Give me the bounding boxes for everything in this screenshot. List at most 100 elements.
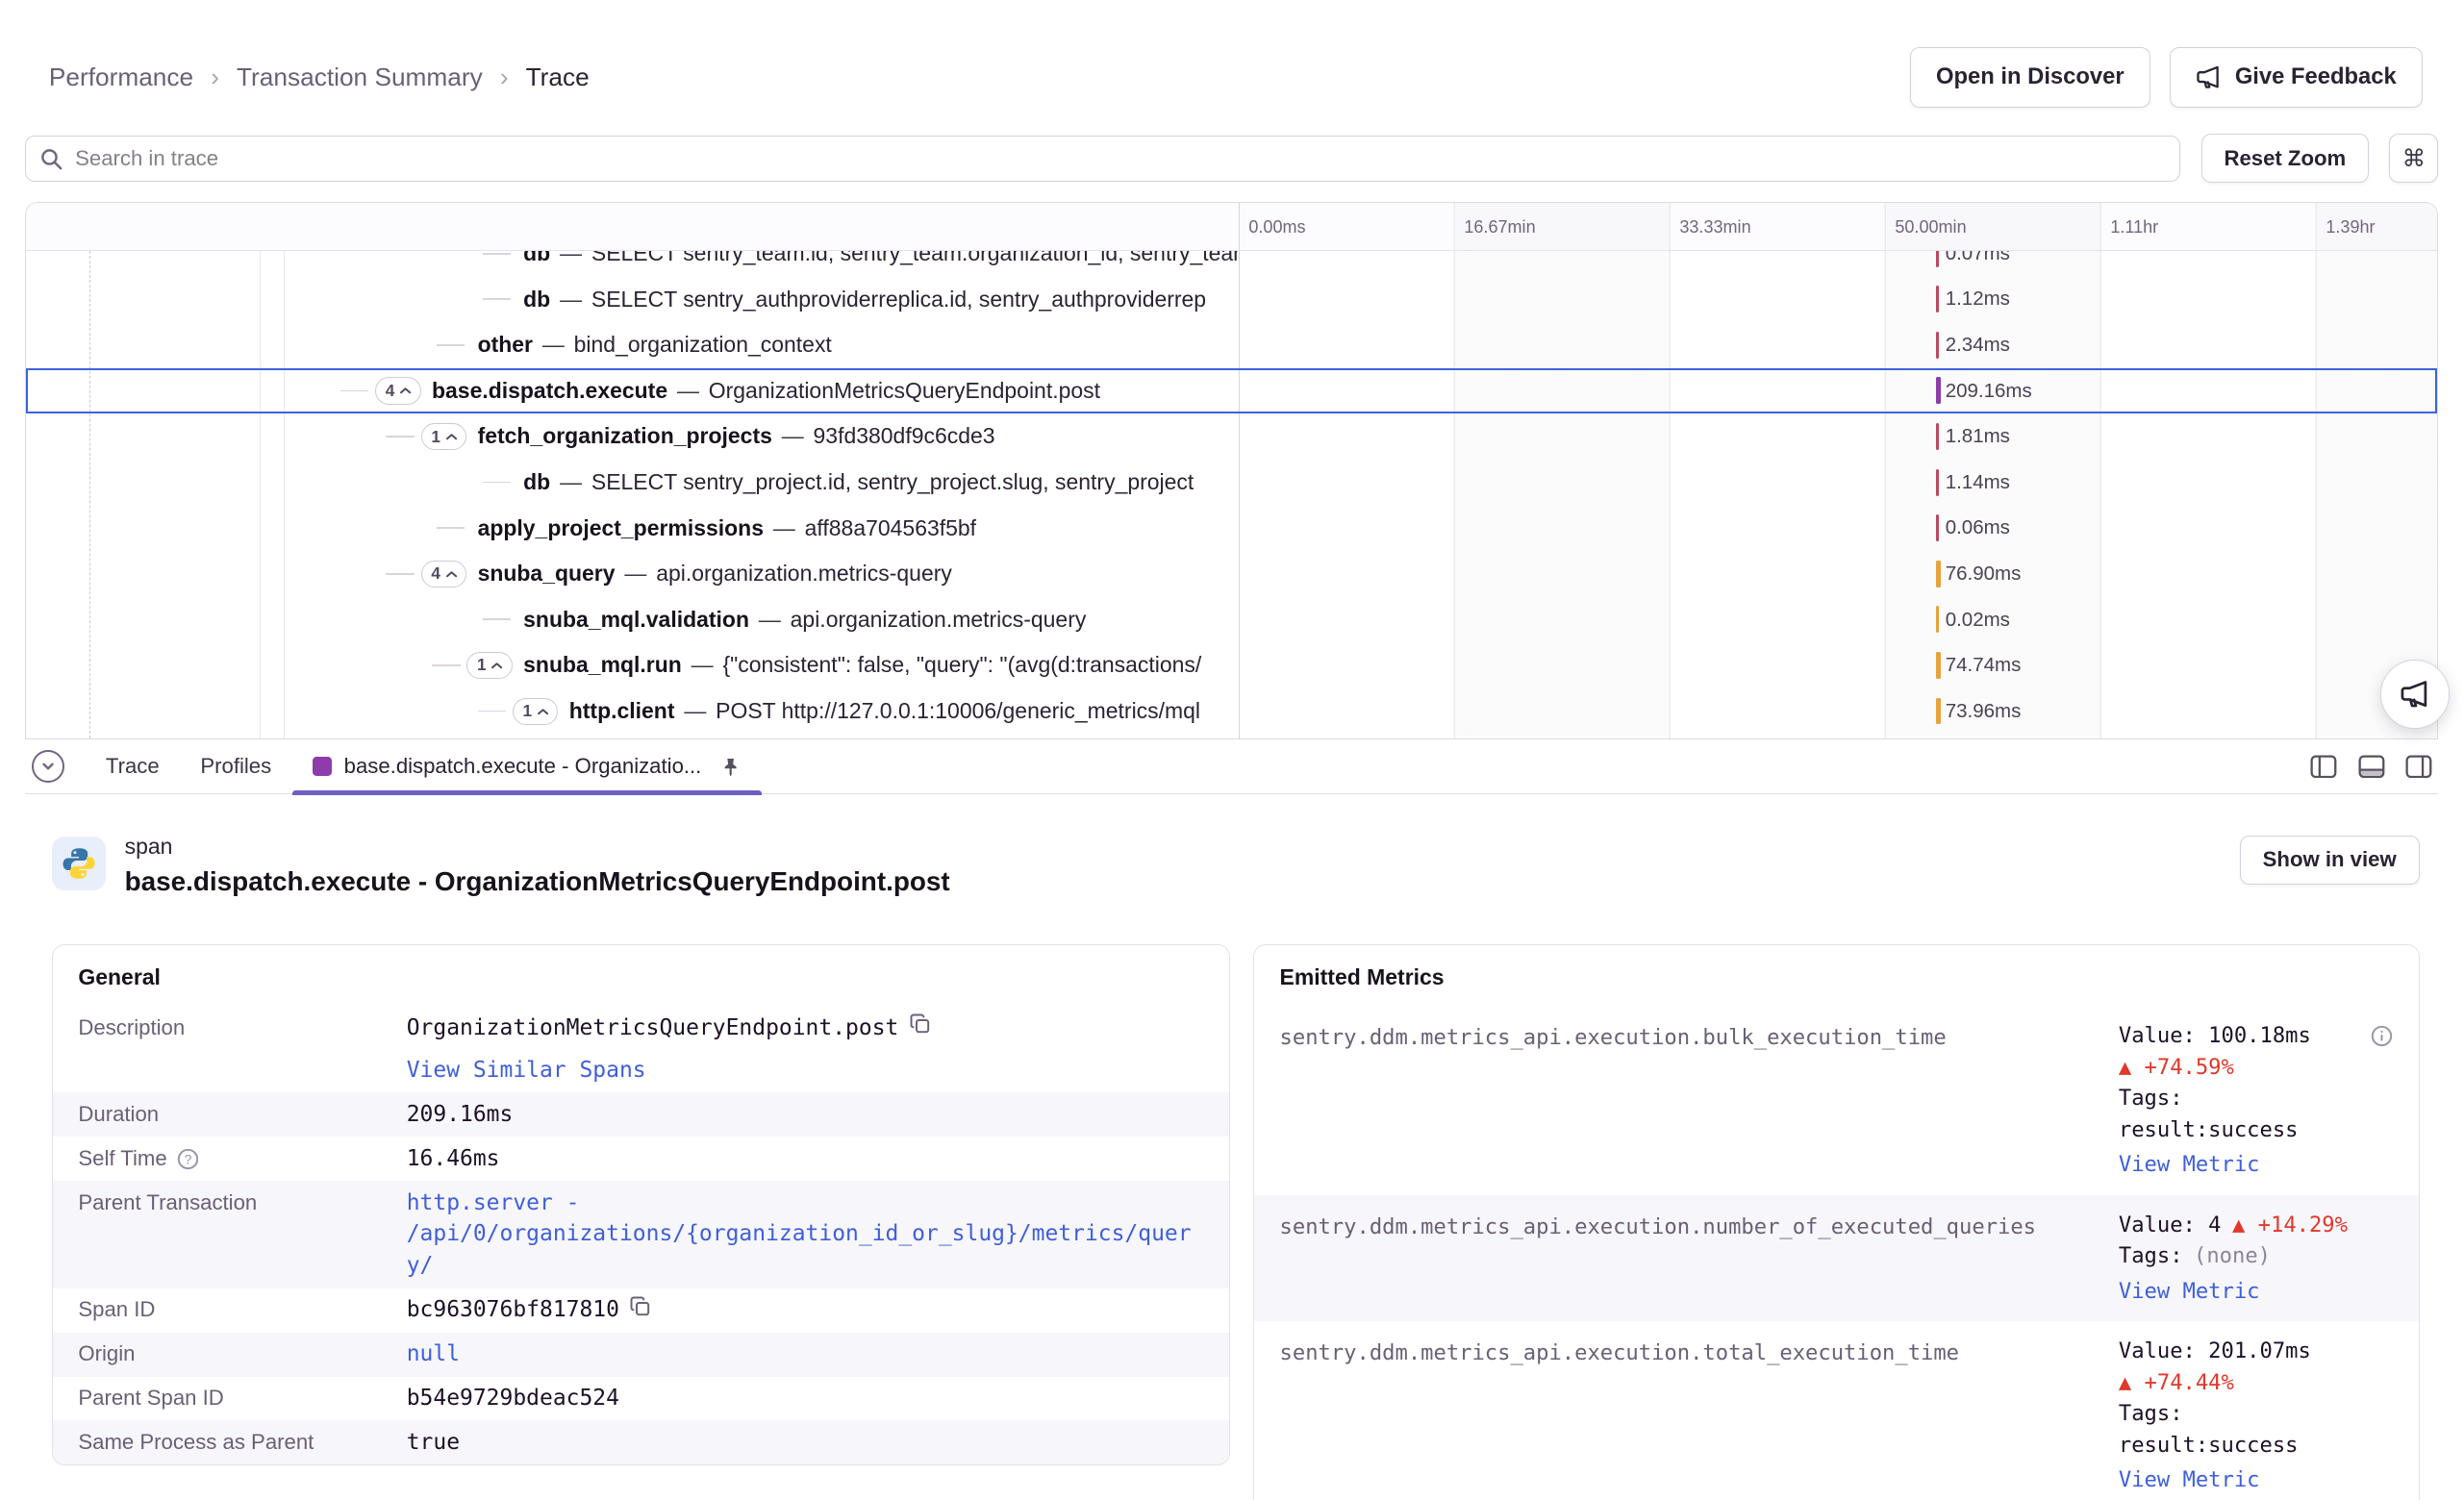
tree-connector <box>478 711 507 712</box>
tree-connector <box>386 436 415 438</box>
span-duration: 1.14ms <box>1946 460 2010 506</box>
field-value-text: 16.46ms <box>407 1143 500 1175</box>
general-row: DescriptionOrganizationMetricsQueryEndpo… <box>53 1006 1229 1092</box>
trace-row[interactable]: other—bind_organization_context 2.34ms <box>26 322 2437 368</box>
metric-row: sentry.ddm.metrics_api.execution.number_… <box>1254 1195 2418 1321</box>
tree-connector <box>432 664 461 666</box>
span-children-count: 4 <box>431 565 440 582</box>
span-op: other <box>478 332 533 358</box>
view-metric-link[interactable]: View Metric <box>2119 1149 2260 1181</box>
general-row: Parent Span IDb54e9729bdeac524 <box>53 1377 1229 1421</box>
span-duration: 2.34ms <box>1946 322 2010 368</box>
trace-row[interactable]: 4snuba_query—api.organization.metrics-qu… <box>26 551 2437 597</box>
search-input[interactable] <box>25 136 2180 182</box>
span-children-count-badge[interactable]: 4 <box>421 561 467 588</box>
header-actions: Open in Discover Give Feedback <box>1910 47 2423 107</box>
metric-values: Value: 201.07ms▲ +74.44%Tags:result:succ… <box>2119 1336 2394 1496</box>
op-desc-separator: — <box>773 515 795 541</box>
field-label-text: Self Time <box>78 1143 166 1175</box>
show-in-view-button[interactable]: Show in view <box>2240 836 2420 885</box>
emitted-metrics-section-title: Emitted Metrics <box>1280 964 2394 990</box>
trace-row[interactable]: apply_project_permissions—aff88a704563f5… <box>26 505 2437 551</box>
trace-row[interactable]: snuba_mql.validation—api.organization.me… <box>26 597 2437 643</box>
trace-row[interactable]: 1fetch_organization_projects—93fd380df9c… <box>26 413 2437 460</box>
span-duration: 1.12ms <box>1946 276 2010 322</box>
metric-change: ▲ +74.59% <box>2119 1052 2394 1084</box>
span-description: SELECT sentry_project.id, sentry_project… <box>591 469 1194 495</box>
layout-drawer-bottom-button[interactable] <box>2354 752 2387 782</box>
span-duration-bar <box>1936 606 1939 633</box>
megaphone-icon <box>2196 64 2221 89</box>
tab-span-details[interactable]: base.dispatch.execute - Organizatio... <box>292 739 762 793</box>
feedback-floating-button[interactable] <box>2380 660 2450 729</box>
trace-row-left: snuba_mql.validation—api.organization.me… <box>26 597 1238 643</box>
trace-row[interactable]: 1snuba_mql.run—{"consistent": false, "qu… <box>26 642 2437 688</box>
shortcut-button[interactable]: ⌘ <box>2389 134 2438 183</box>
span-op: db <box>523 287 550 312</box>
tab-options-button[interactable] <box>32 750 64 783</box>
field-value-text[interactable]: null <box>407 1338 460 1370</box>
general-row: Span IDbc963076bf817810 <box>53 1288 1229 1333</box>
open-in-discover-button[interactable]: Open in Discover <box>1910 47 2150 107</box>
field-label-text: Origin <box>78 1338 135 1370</box>
metric-value-line: Value: 100.18ms <box>2119 1020 2394 1052</box>
app-root: Performance › Transaction Summary › Trac… <box>0 0 2464 1500</box>
field-value-text: OrganizationMetricsQueryEndpoint.post <box>407 1012 899 1044</box>
field-label-text: Same Process as Parent <box>78 1427 314 1459</box>
span-description: OrganizationMetricsQueryEndpoint.post <box>709 378 1100 404</box>
field-value: b54e9729bdeac524 <box>407 1383 1204 1414</box>
pin-icon[interactable] <box>720 757 741 777</box>
span-duration-bar <box>1936 251 1939 266</box>
copy-button[interactable] <box>910 1012 930 1035</box>
copy-icon <box>630 1296 650 1316</box>
span-children-count-badge[interactable]: 1 <box>513 698 559 725</box>
tree-connector <box>340 390 369 392</box>
layout-sidebar-right-button[interactable] <box>2402 752 2435 782</box>
op-desc-separator: — <box>624 561 646 587</box>
tree-connector <box>437 344 465 346</box>
breadcrumb: Performance › Transaction Summary › Trac… <box>49 62 590 92</box>
tab-trace[interactable]: Trace <box>86 739 180 793</box>
span-children-count-badge[interactable]: 1 <box>421 423 467 450</box>
breadcrumb-item-performance[interactable]: Performance <box>49 62 193 92</box>
help-icon[interactable]: ? <box>177 1148 199 1170</box>
span-description: aff88a704563f5bf <box>805 515 976 541</box>
view-metric-link[interactable]: View Metric <box>2119 1464 2260 1496</box>
span-description: api.organization.metrics-query <box>656 561 952 587</box>
trace-row-content: 1fetch_organization_projects—93fd380df9c… <box>478 413 995 460</box>
breadcrumb-item-transaction-summary[interactable]: Transaction Summary <box>237 62 483 92</box>
metric-value-line: Value: 4▲ +14.29% <box>2119 1210 2394 1241</box>
chevron-up-icon <box>490 662 503 669</box>
megaphone-icon <box>2400 679 2429 709</box>
span-children-count-badge[interactable]: 4 <box>375 377 421 404</box>
span-duration-bar <box>1936 514 1939 541</box>
trace-row[interactable]: db—SELECT sentry_team.id, sentry_team.or… <box>26 251 2437 276</box>
trace-row-content: other—bind_organization_context <box>478 322 832 368</box>
span-children-count: 4 <box>386 383 395 399</box>
trace-row[interactable]: 1http.client—POST http://127.0.0.1:10006… <box>26 688 2437 735</box>
layout-sidebar-left-button[interactable] <box>2307 752 2340 782</box>
field-label-text: Parent Transaction <box>78 1188 257 1219</box>
view-similar-spans-link[interactable]: View Similar Spans <box>407 1055 646 1087</box>
reset-zoom-button[interactable]: Reset Zoom <box>2201 134 2370 183</box>
copy-button[interactable] <box>630 1294 650 1316</box>
span-children-count: 1 <box>523 703 533 719</box>
field-value-text: bc963076bf817810 <box>407 1294 619 1326</box>
field-value-text[interactable]: http.server - /api/0/organizations/{orga… <box>407 1188 1204 1282</box>
view-metric-link[interactable]: View Metric <box>2119 1276 2260 1308</box>
copy-icon <box>910 1013 930 1034</box>
give-feedback-label: Give Feedback <box>2235 63 2397 90</box>
breadcrumb-separator: › <box>211 62 219 92</box>
trace-row[interactable]: db—SELECT sentry_project.id, sentry_proj… <box>26 460 2437 506</box>
field-value-text: true <box>407 1427 460 1459</box>
tab-profiles[interactable]: Profiles <box>180 739 291 793</box>
span-duration: 0.06ms <box>1946 505 2010 551</box>
trace-row[interactable]: db—SELECT sentry_authproviderreplica.id,… <box>26 276 2437 322</box>
span-op: db <box>523 251 550 266</box>
span-op: http.client <box>569 698 675 724</box>
info-icon[interactable] <box>2371 1025 2393 1047</box>
trace-row[interactable]: 4base.dispatch.execute—OrganizationMetri… <box>26 368 2437 414</box>
give-feedback-button[interactable]: Give Feedback <box>2170 47 2423 107</box>
op-desc-separator: — <box>560 287 582 312</box>
span-children-count-badge[interactable]: 1 <box>466 652 513 679</box>
